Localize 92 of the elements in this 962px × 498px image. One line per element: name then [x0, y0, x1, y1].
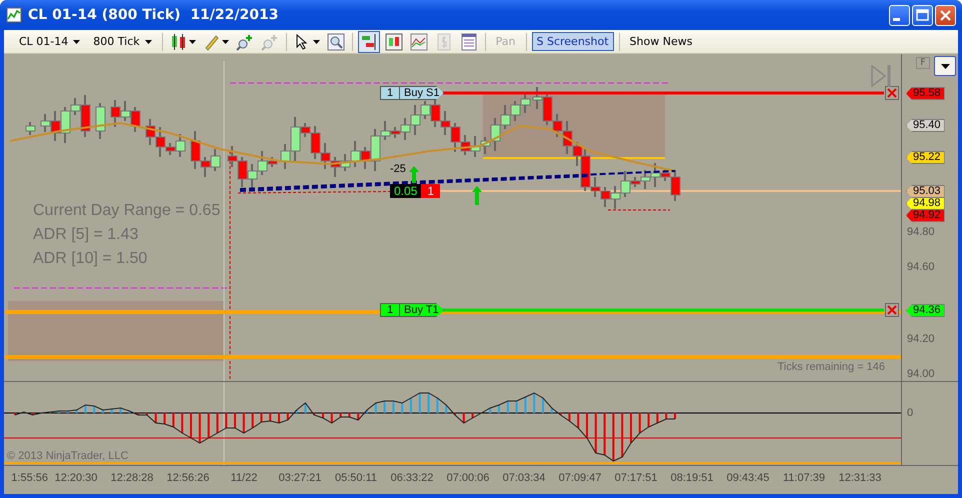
candle — [440, 111, 450, 135]
toolbar-icon-button[interactable] — [358, 30, 380, 52]
axis-label: 11:07:39 — [782, 471, 826, 486]
axis-label: 1:55:56 — [10, 471, 48, 486]
indicator-text: Current Day Range = 0.65 — [33, 202, 220, 220]
price-marker: 94.98 — [906, 196, 945, 210]
axis-label: 07:00:06 — [446, 471, 490, 486]
candle — [110, 100, 120, 127]
caret-icon — [144, 40, 152, 44]
axis-label: 12:56:26 — [166, 471, 210, 486]
order-tag[interactable]: 1 Buy T1 — [380, 303, 444, 318]
candle — [120, 101, 130, 121]
up-arrow-icon — [409, 166, 419, 183]
axis-label: 94.20 — [907, 332, 935, 346]
price-marker: 94.92 — [906, 208, 945, 222]
indicator-text: ADR [10] = 1.50 — [33, 250, 148, 268]
candle — [210, 149, 220, 171]
zoom-in-icon — [236, 32, 254, 50]
profit-label: 0.05 — [390, 184, 422, 198]
line-chart-icon — [410, 32, 428, 50]
pencil-icon — [202, 32, 221, 50]
caret-icon — [73, 40, 80, 44]
axis-label: 07:09:47 — [558, 471, 602, 486]
up-arrow-icon — [472, 186, 482, 205]
ticks-remaining-text: Ticks remaining = 146 — [777, 361, 885, 373]
zoom-out-icon — [260, 32, 279, 50]
candle — [500, 105, 510, 129]
price-marker: 95.58 — [906, 86, 945, 100]
candle — [510, 101, 520, 121]
candle — [248, 164, 258, 189]
price-marker: 95.40 — [906, 119, 945, 132]
close-icon — [887, 88, 897, 98]
caret-icon — [940, 64, 950, 68]
axis-label: 09:43:45 — [726, 471, 770, 486]
candle — [320, 143, 330, 169]
candle — [26, 122, 36, 135]
caret-icon — [222, 40, 229, 44]
axis-label: 07:17:51 — [614, 471, 658, 486]
position-quantity: 1 — [421, 184, 440, 198]
copyright-text: © 2013 NinjaTrader, LLC — [7, 450, 128, 462]
maximize-button[interactable] — [912, 4, 933, 26]
candle — [228, 146, 238, 167]
interval-dropdown[interactable]: 800 Tick — [88, 33, 157, 50]
axis-label: 06:33:22 — [390, 471, 434, 486]
toolbar-button[interactable]: Show News — [624, 33, 698, 50]
close-button[interactable] — [935, 4, 956, 26]
minimize-icon — [893, 18, 900, 20]
axis-label: 12:20:30 — [54, 471, 98, 486]
close-icon — [940, 10, 951, 20]
dollar-icon — [434, 32, 453, 50]
axis-label: 0 — [907, 406, 914, 420]
candle — [520, 92, 530, 113]
candle — [610, 186, 620, 209]
candle — [600, 187, 610, 207]
axis-label: 03:27:21 — [278, 471, 322, 486]
window-title: CL 01-14 (800 Tick) 11/22/2013 — [28, 7, 280, 23]
candle — [130, 107, 140, 132]
search-icon — [326, 32, 345, 50]
toolbar-button[interactable]: S Screenshot — [532, 32, 614, 51]
axis-label: 94.60 — [907, 260, 935, 274]
caret-icon — [188, 40, 196, 44]
indicator-text: ADR [5] = 1.43 — [33, 226, 138, 244]
chart-icon — [6, 7, 22, 23]
axis-label: 08:19:51 — [670, 471, 714, 486]
candle — [238, 157, 248, 187]
candlestick-icon — [170, 32, 188, 50]
panel-menu-button[interactable] — [934, 56, 956, 76]
order-label: Buy S1 — [403, 86, 440, 99]
order-quantity: 1 — [381, 86, 400, 99]
axis-label: 07:03:34 — [502, 471, 546, 486]
price-marker: 95.22 — [906, 151, 945, 164]
order-label: Buy T1 — [403, 304, 439, 316]
price-marker: 95.03 — [906, 184, 945, 198]
signal-label: -25 — [389, 163, 407, 176]
candle — [470, 136, 480, 157]
price-marker: 94.36 — [906, 304, 945, 318]
axis-label: 12:31:33 — [838, 471, 882, 486]
axis-label: 94.80 — [907, 224, 935, 239]
instrument-dropdown[interactable]: CL 01-14 — [14, 33, 86, 50]
axis-label: 94.00 — [907, 367, 935, 382]
candle — [146, 119, 156, 145]
candle — [330, 157, 340, 177]
minimize-button[interactable] — [889, 4, 910, 26]
axis-label: 11/22 — [230, 471, 258, 486]
close-icon — [887, 305, 897, 316]
order-quantity: 1 — [381, 304, 400, 316]
maximize-icon — [916, 9, 929, 21]
candle — [96, 103, 106, 139]
order-tag[interactable]: 1 Buy S1 — [380, 86, 444, 100]
axis-label: 12:28:28 — [110, 471, 154, 486]
caret-icon — [312, 40, 320, 44]
axis-label: 05:50:11 — [334, 471, 378, 486]
